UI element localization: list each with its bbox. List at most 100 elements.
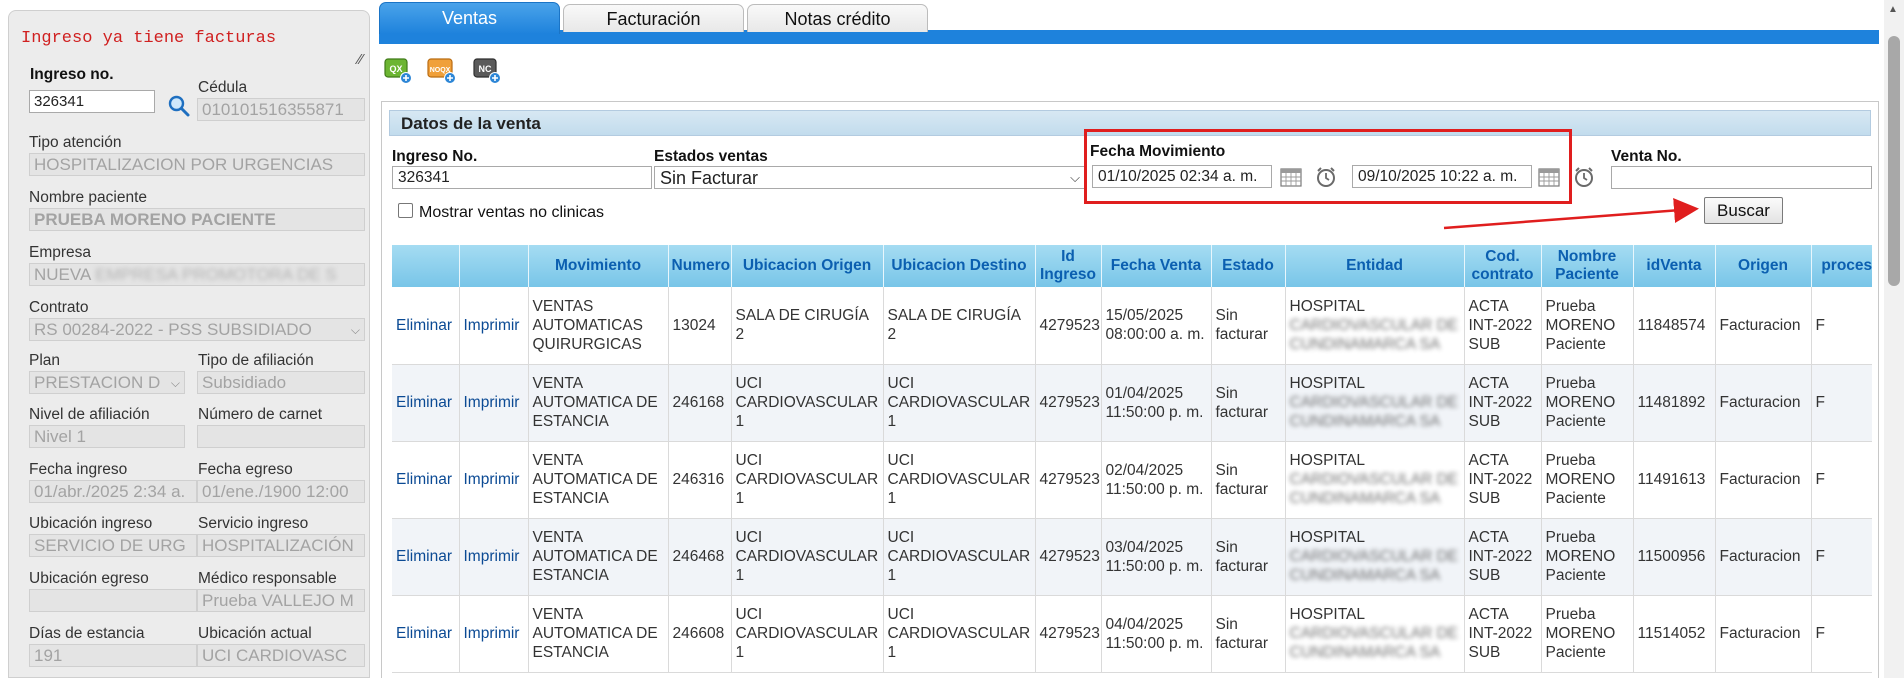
cell-nombre-paciente: Prueba MORENO Paciente [1541,287,1634,365]
resize-handle-icon[interactable]: ⁄⁄ [358,51,363,68]
entidad-name: HOSPITAL [1289,297,1366,315]
entidad-name: HOSPITAL [1289,375,1366,392]
col-header-movimiento[interactable]: Movimiento [528,245,669,287]
cell-idventa: 11500956 [1633,518,1716,596]
estados-label: Estados ventas [654,148,768,165]
table-row[interactable]: Eliminar Imprimir VENTA AUTOMATICA DE ESTA… [392,441,1872,519]
tab-ventas[interactable]: Ventas [379,2,560,34]
noqx-add-icon[interactable]: NOQX [427,55,457,85]
cell-entidad: HOSPITAL CARDIOVASCULAR DE CUNDINAMARCA S… [1285,595,1465,673]
clock-icon[interactable] [1572,165,1596,189]
nombre-field[interactable]: PRUEBA MORENO PACIENTE [29,208,365,231]
entidad-name: HOSPITAL [1289,452,1366,469]
tab-notas-credito[interactable]: Notas crédito [747,4,928,32]
col-header-imprimir [459,245,529,287]
buscar-button[interactable]: Buscar [1704,197,1783,224]
eliminar-link[interactable]: Eliminar [392,441,460,519]
col-header-entidad[interactable]: Entidad [1285,245,1465,287]
col-header-idventa[interactable]: idVenta [1633,245,1716,287]
estados-select[interactable]: Sin Facturar ⌵ [654,166,1085,189]
venta-no-label: Venta No. [1611,148,1682,165]
imprimir-link[interactable]: Imprimir [459,287,529,365]
col-header-estado[interactable]: Estado [1211,245,1286,287]
cell-movimiento: VENTA AUTOMATICA DE ESTANCIA [528,518,669,596]
cell-cod-contrato: ACTA INT-2022 SUB [1464,518,1542,596]
col-header-origen[interactable]: Origen [1715,245,1812,287]
svg-text:NC: NC [479,64,492,74]
ubicacion-ingreso-field[interactable]: SERVICIO DE URG [29,534,197,557]
filter-ingreso-input[interactable]: 326341 [392,166,652,189]
fecha-egreso-field[interactable]: 01/ene./1900 12:00 [197,480,365,503]
imprimir-link[interactable]: Imprimir [459,518,529,596]
col-header-cod-contrato[interactable]: Cod. contrato [1464,245,1542,287]
svg-text:QX: QX [389,64,402,74]
tab-facturacion[interactable]: Facturación [563,4,744,32]
ubicacion-egreso-field[interactable] [29,589,197,612]
table-row[interactable]: Eliminar Imprimir VENTA AUTOMATICA DE ESTA… [392,595,1872,673]
carnet-label: Número de carnet [198,406,323,423]
contrato-select[interactable]: RS 00284-2022 - PSS SUBSIDIADO ⌵ [29,318,365,341]
eliminar-link[interactable]: Eliminar [392,364,460,442]
cell-id-ingreso: 4279523 [1035,518,1102,596]
tab-bar [379,30,1879,44]
plan-select[interactable]: PRESTACION D ⌵ [29,371,185,394]
table-row[interactable]: Eliminar Imprimir VENTA AUTOMATICA DE ESTA… [392,364,1872,442]
qx-add-icon[interactable]: QX [383,55,413,85]
eliminar-link[interactable]: Eliminar [392,287,460,365]
cell-cod-contrato: ACTA INT-2022 SUB [1464,364,1542,442]
cell-ubicacion-destino: UCI CARDIOVASCULAR 1 [883,518,1036,596]
cell-id-ingreso: 4279523 [1035,441,1102,519]
nc-add-icon[interactable]: NC [472,55,502,85]
col-header-id-ingreso[interactable]: Id Ingreso [1035,245,1102,287]
carnet-field[interactable] [197,425,365,448]
ubicacion-actual-label: Ubicación actual [198,625,312,642]
search-icon[interactable] [167,94,191,118]
table-row[interactable]: Eliminar Imprimir VENTA AUTOMATICA DE ESTA… [392,518,1872,596]
mostrar-ventas-checkbox[interactable] [398,203,413,218]
venta-no-input[interactable] [1611,166,1872,189]
tipo-atencion-field[interactable]: HOSPITALIZACION POR URGENCIAS [29,153,365,176]
scroll-up-icon[interactable]: ▲ [1888,4,1898,15]
table-row[interactable]: Eliminar Imprimir VENTAS AUTOMATICAS QUIRU… [392,287,1872,365]
entidad-redacted: CARDIOVASCULAR DE CUNDINAMARCA SA [1289,471,1459,507]
servicio-ingreso-field[interactable]: HOSPITALIZACIÓN [197,534,365,557]
col-header-nombre-paciente[interactable]: Nombre Paciente [1541,245,1634,287]
empresa-redacted: EMPRESA PROMOTORA DE S [95,265,337,284]
cell-fecha-venta: 15/05/2025 08:00:00 a. m. [1101,287,1212,365]
ubicacion-ingreso-label: Ubicación ingreso [29,515,153,532]
col-header-ubicacion-origen[interactable]: Ubicacion Origen [731,245,884,287]
cedula-field[interactable]: 010101516355871 [197,98,365,121]
cell-proceso: F [1811,364,1872,442]
contrato-value: RS 00284-2022 - PSS SUBSIDIADO [34,320,312,339]
tipo-atencion-label: Tipo atención [29,134,122,151]
table-header-row: Movimiento Numero Ubicacion Origen Ubica… [392,245,1872,287]
cell-id-ingreso: 4279523 [1035,364,1102,442]
col-header-fecha-venta[interactable]: Fecha Venta [1101,245,1212,287]
nivel-field[interactable]: Nivel 1 [29,425,185,448]
empresa-field[interactable]: NUEVA EMPRESA PROMOTORA DE S [29,263,365,286]
eliminar-link[interactable]: Eliminar [392,518,460,596]
ingreso-input[interactable]: 326341 [29,90,155,113]
cell-estado: Sin facturar [1211,595,1286,673]
cell-fecha-venta: 01/04/2025 11:50:00 p. m. [1101,364,1212,442]
eliminar-link[interactable]: Eliminar [392,595,460,673]
servicio-ingreso-label: Servicio ingreso [198,515,309,532]
cell-entidad: HOSPITAL CARDIOVASCULAR DE CUNDINAMARCA S… [1285,518,1465,596]
col-header-proceso[interactable]: proceso [1811,245,1872,287]
dias-field[interactable]: 191 [29,644,197,667]
scrollbar-thumb[interactable] [1888,36,1900,286]
empresa-label: Empresa [29,244,92,261]
imprimir-link[interactable]: Imprimir [459,595,529,673]
medico-field[interactable]: Prueba VALLEJO M [197,589,365,612]
tipo-afiliacion-field[interactable]: Subsidiado [197,371,365,394]
col-header-numero[interactable]: Numero [668,245,732,287]
cell-ubicacion-destino: UCI CARDIOVASCULAR 1 [883,364,1036,442]
cell-numero: 13024 [668,287,732,365]
imprimir-link[interactable]: Imprimir [459,441,529,519]
chevron-down-icon: ⌵ [350,323,360,337]
ubicacion-actual-field[interactable]: UCI CARDIOVASC [197,644,365,667]
imprimir-link[interactable]: Imprimir [459,364,529,442]
col-header-ubicacion-destino[interactable]: Ubicacion Destino [883,245,1036,287]
fecha-ingreso-field[interactable]: 01/abr./2025 2:34 a. [29,480,197,503]
cell-idventa: 11848574 [1633,287,1716,365]
